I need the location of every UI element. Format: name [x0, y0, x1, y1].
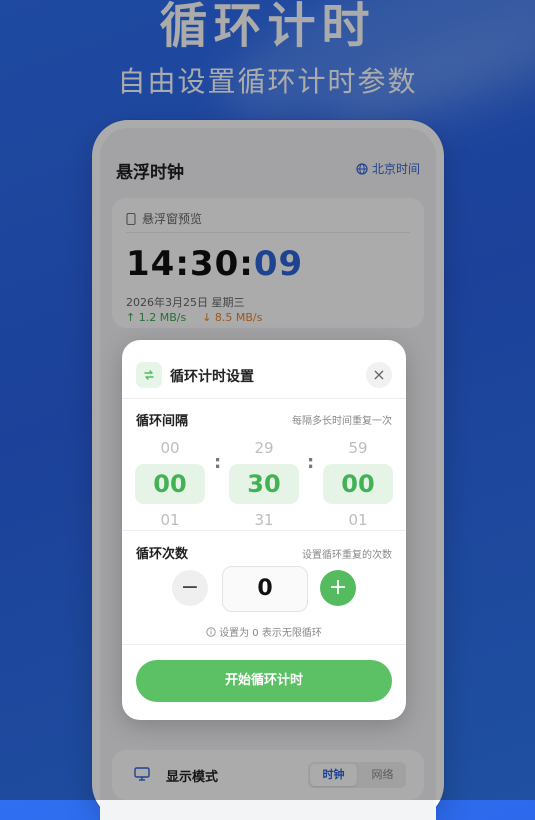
note-text: 设置为 0 表示无限循环 [219, 628, 322, 639]
minutes-next: 31 [254, 511, 274, 529]
seconds-prev: 59 [348, 439, 368, 457]
interval-label: 循环间隔 [136, 414, 189, 429]
hours-next: 01 [160, 511, 180, 529]
count-label: 循环次数 [136, 547, 189, 562]
decrement-button[interactable]: − [172, 570, 208, 606]
hours-picker[interactable]: 00 00 01 [135, 438, 205, 530]
hours-current[interactable]: 00 [135, 464, 205, 504]
colon-separator: : [307, 452, 315, 473]
dialog-header: 循环计时设置 × [122, 340, 406, 399]
close-button[interactable]: × [366, 362, 392, 388]
divider [122, 644, 406, 645]
interval-hint: 每隔多长时间重复一次 [292, 416, 392, 427]
info-icon [206, 627, 216, 637]
minutes-picker[interactable]: 29 30 31 [229, 438, 299, 530]
start-loop-timer-button[interactable]: 开始循环计时 [136, 660, 392, 702]
repeat-icon [136, 362, 162, 388]
count-hint: 设置循环重复的次数 [302, 550, 392, 561]
infinite-loop-note: 设置为 0 表示无限循环 [122, 624, 406, 639]
minutes-current[interactable]: 30 [229, 464, 299, 504]
seconds-picker[interactable]: 59 00 01 [323, 438, 393, 530]
seconds-next: 01 [348, 511, 368, 529]
loop-timer-dialog: 循环计时设置 × 循环间隔 每隔多长时间重复一次 00 00 01 : 29 3… [122, 340, 406, 720]
hours-prev: 00 [160, 439, 180, 457]
divider [122, 530, 406, 531]
count-input[interactable]: 0 [222, 566, 308, 612]
colon-separator: : [214, 452, 222, 473]
dialog-title: 循环计时设置 [170, 369, 254, 385]
increment-button[interactable]: + [320, 570, 356, 606]
minutes-prev: 29 [254, 439, 274, 457]
seconds-current[interactable]: 00 [323, 464, 393, 504]
